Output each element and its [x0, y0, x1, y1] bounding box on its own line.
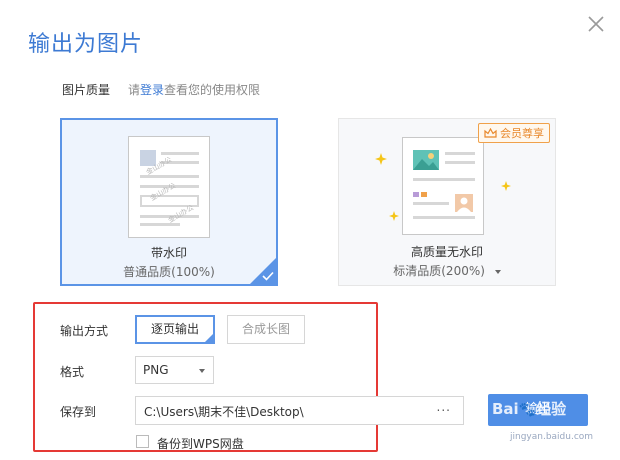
paw-icon: 🐾: [518, 402, 537, 418]
close-icon[interactable]: [585, 13, 607, 35]
watermark-brand-text: Bai: [492, 400, 519, 418]
selected-tick-icon: [204, 333, 214, 343]
option-watermark-card[interactable]: 金山办公 金山办公 金山办公 带水印 普通品质(100%): [60, 118, 278, 286]
vip-badge-label: 会员尊享: [500, 127, 544, 140]
option-hq-card[interactable]: 高质量无水印 标清品质(200%): [338, 118, 556, 286]
option-hq-name: 高质量无水印: [410, 245, 483, 259]
format-select[interactable]: PNG: [135, 356, 214, 384]
watermark-url: jingyan.baidu.com: [510, 432, 594, 442]
avatar-icon: [455, 194, 473, 212]
option-hq-quality-value: 标清品质(200%): [393, 264, 485, 278]
browse-button[interactable]: ...: [437, 400, 451, 414]
sparkle-icon: [375, 153, 387, 165]
option-watermark-name: 带水印: [150, 246, 187, 260]
watermark-brand: Bai🐾经验: [492, 398, 566, 419]
output-mode-label: 输出方式: [60, 324, 109, 338]
image-icon: [413, 150, 439, 170]
backup-label: 备份到WPS网盘: [157, 437, 244, 451]
save-to-label: 保存到: [60, 405, 97, 419]
mode-per-page-button[interactable]: 逐页输出: [135, 315, 215, 344]
save-path-field[interactable]: C:\Users\期末不佳\Desktop\ ...: [135, 396, 464, 425]
doc-watermark-preview: 金山办公 金山办公 金山办公: [128, 136, 210, 238]
login-link[interactable]: 登录: [140, 83, 164, 97]
backup-checkbox[interactable]: [136, 435, 149, 448]
sparkle-icon: [389, 211, 399, 221]
format-value: PNG: [143, 363, 169, 377]
crown-icon: [484, 128, 497, 138]
chevron-down-icon: [199, 369, 205, 373]
option-hq-quality[interactable]: 标清品质(200%): [339, 262, 555, 279]
login-hint: 请登录查看您的使用权限: [128, 81, 260, 98]
chevron-down-icon: [494, 269, 501, 274]
dialog-title: 输出为图片: [28, 32, 144, 57]
mode-long-image-button[interactable]: 合成长图: [227, 315, 305, 344]
option-watermark-quality: 普通品质(100%): [123, 265, 215, 279]
watermark-brand-text-2: 经验: [536, 400, 567, 418]
format-label: 格式: [60, 365, 85, 379]
check-icon: [262, 271, 274, 281]
doc-hq-preview: [402, 137, 484, 235]
hint-prefix: 请: [128, 83, 141, 97]
hint-suffix: 查看您的使用权限: [164, 83, 261, 97]
save-path-value: C:\Users\期末不佳\Desktop\: [144, 405, 304, 419]
sparkle-icon: [501, 181, 511, 191]
vip-badge: 会员尊享: [478, 123, 550, 143]
quality-label: 图片质量: [62, 83, 111, 97]
mode-long-image-label: 合成长图: [241, 322, 290, 336]
mode-per-page-label: 逐页输出: [150, 322, 199, 336]
